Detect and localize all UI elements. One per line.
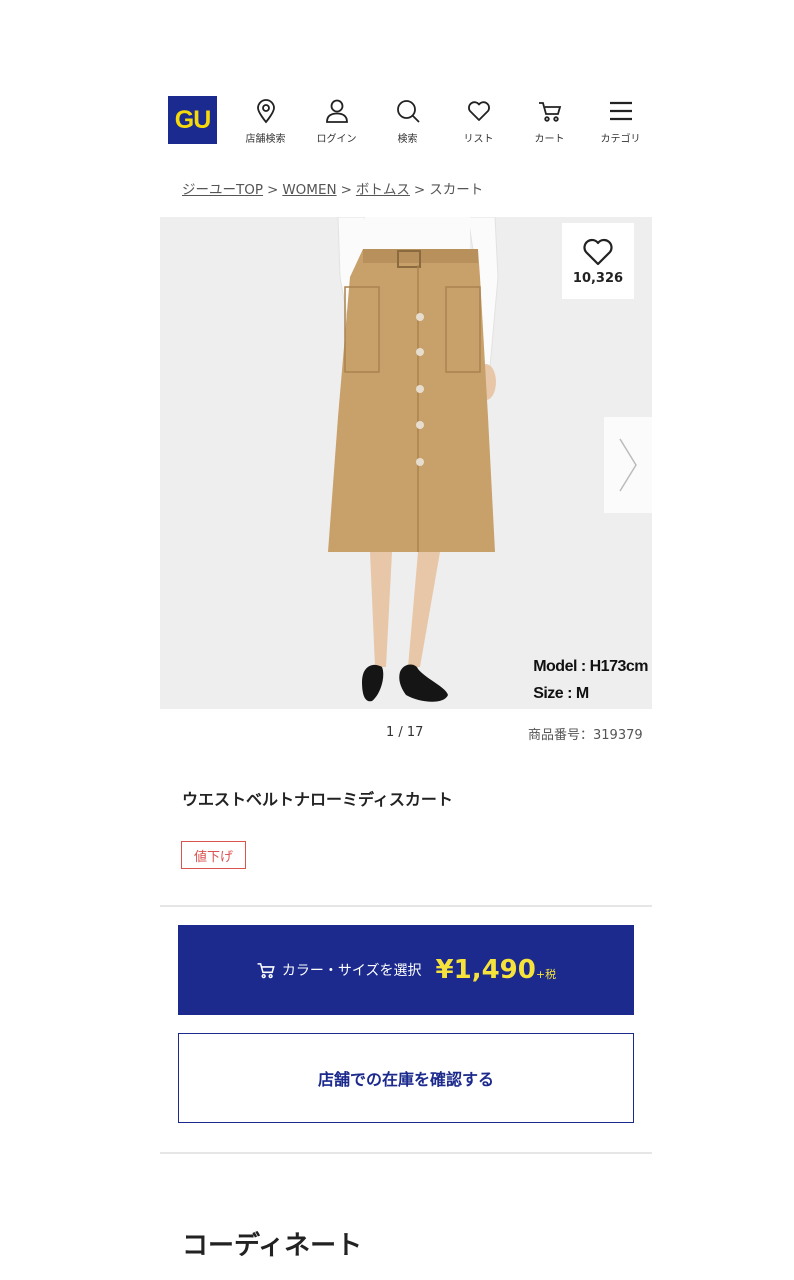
gu-logo[interactable]: GU xyxy=(168,96,217,144)
breadcrumb-separator: > xyxy=(340,182,352,198)
model-size: Size : M xyxy=(533,685,589,702)
site-header: GU 店舗検索 ログイン 検索 リスト カート カテゴリ xyxy=(168,96,648,148)
nav-list[interactable]: リスト xyxy=(443,98,514,145)
divider xyxy=(160,905,652,907)
header-nav: 店舗検索 ログイン 検索 リスト カート カテゴリ xyxy=(230,98,656,145)
chevron-right-icon xyxy=(619,438,637,492)
coordinate-section-title: コーディネート xyxy=(182,1231,363,1261)
nav-label: カート xyxy=(534,134,565,145)
cart-icon xyxy=(538,102,561,122)
next-image-button[interactable] xyxy=(604,417,652,513)
breadcrumb-current: スカート xyxy=(429,182,484,198)
nav-category[interactable]: カテゴリ xyxy=(585,98,656,145)
cart-icon xyxy=(257,963,275,979)
select-color-size-label: カラー・サイズを選択 xyxy=(281,963,422,979)
nav-label: リスト xyxy=(463,134,494,145)
product-number: 商品番号：319379 xyxy=(528,728,643,743)
favorite-count: 10,326 xyxy=(572,270,624,286)
breadcrumb-link-top[interactable]: ジーユーTOP xyxy=(182,182,263,198)
divider xyxy=(160,1152,652,1154)
product-title: ウエストベルトナローミディスカート xyxy=(182,790,453,809)
image-counter: 1 / 17 xyxy=(386,725,424,740)
nav-label: 検索 xyxy=(397,134,418,145)
check-store-stock-button[interactable]: 店舗での在庫を確認する xyxy=(178,1033,634,1123)
nav-label: 店舗検索 xyxy=(245,134,286,145)
nav-label: ログイン xyxy=(316,134,357,145)
breadcrumb-link-women[interactable]: WOMEN xyxy=(282,182,336,198)
menu-icon xyxy=(609,101,632,121)
user-icon xyxy=(325,99,348,123)
price: ¥1,490 xyxy=(435,955,536,985)
search-icon xyxy=(396,100,420,123)
breadcrumb-separator: > xyxy=(267,182,279,198)
model-info: Model : H173cm Size : M xyxy=(533,653,648,707)
price-down-badge: 値下げ xyxy=(181,841,246,869)
product-image-gallery[interactable]: 10,326 Model : H173cm Size : M xyxy=(160,217,652,709)
select-color-size-button[interactable]: カラー・サイズを選択 ¥1,490 +税 xyxy=(178,925,634,1015)
nav-cart[interactable]: カート xyxy=(514,98,585,145)
breadcrumb-separator: > xyxy=(413,182,426,198)
nav-search[interactable]: 検索 xyxy=(372,98,443,145)
breadcrumb-link-bottoms[interactable]: ボトムス xyxy=(356,182,410,198)
nav-login[interactable]: ログイン xyxy=(301,98,372,145)
breadcrumb: ジーユーTOP > WOMEN > ボトムス > スカート xyxy=(182,178,483,198)
nav-store-search[interactable]: 店舗検索 xyxy=(230,98,301,145)
heart-icon xyxy=(583,238,613,265)
model-height: Model : H173cm xyxy=(533,658,648,675)
heart-icon xyxy=(467,101,490,121)
favorite-button[interactable]: 10,326 xyxy=(562,223,634,299)
location-pin-icon xyxy=(256,99,275,124)
nav-label: カテゴリ xyxy=(600,134,641,145)
tax-label: +税 xyxy=(535,968,557,981)
